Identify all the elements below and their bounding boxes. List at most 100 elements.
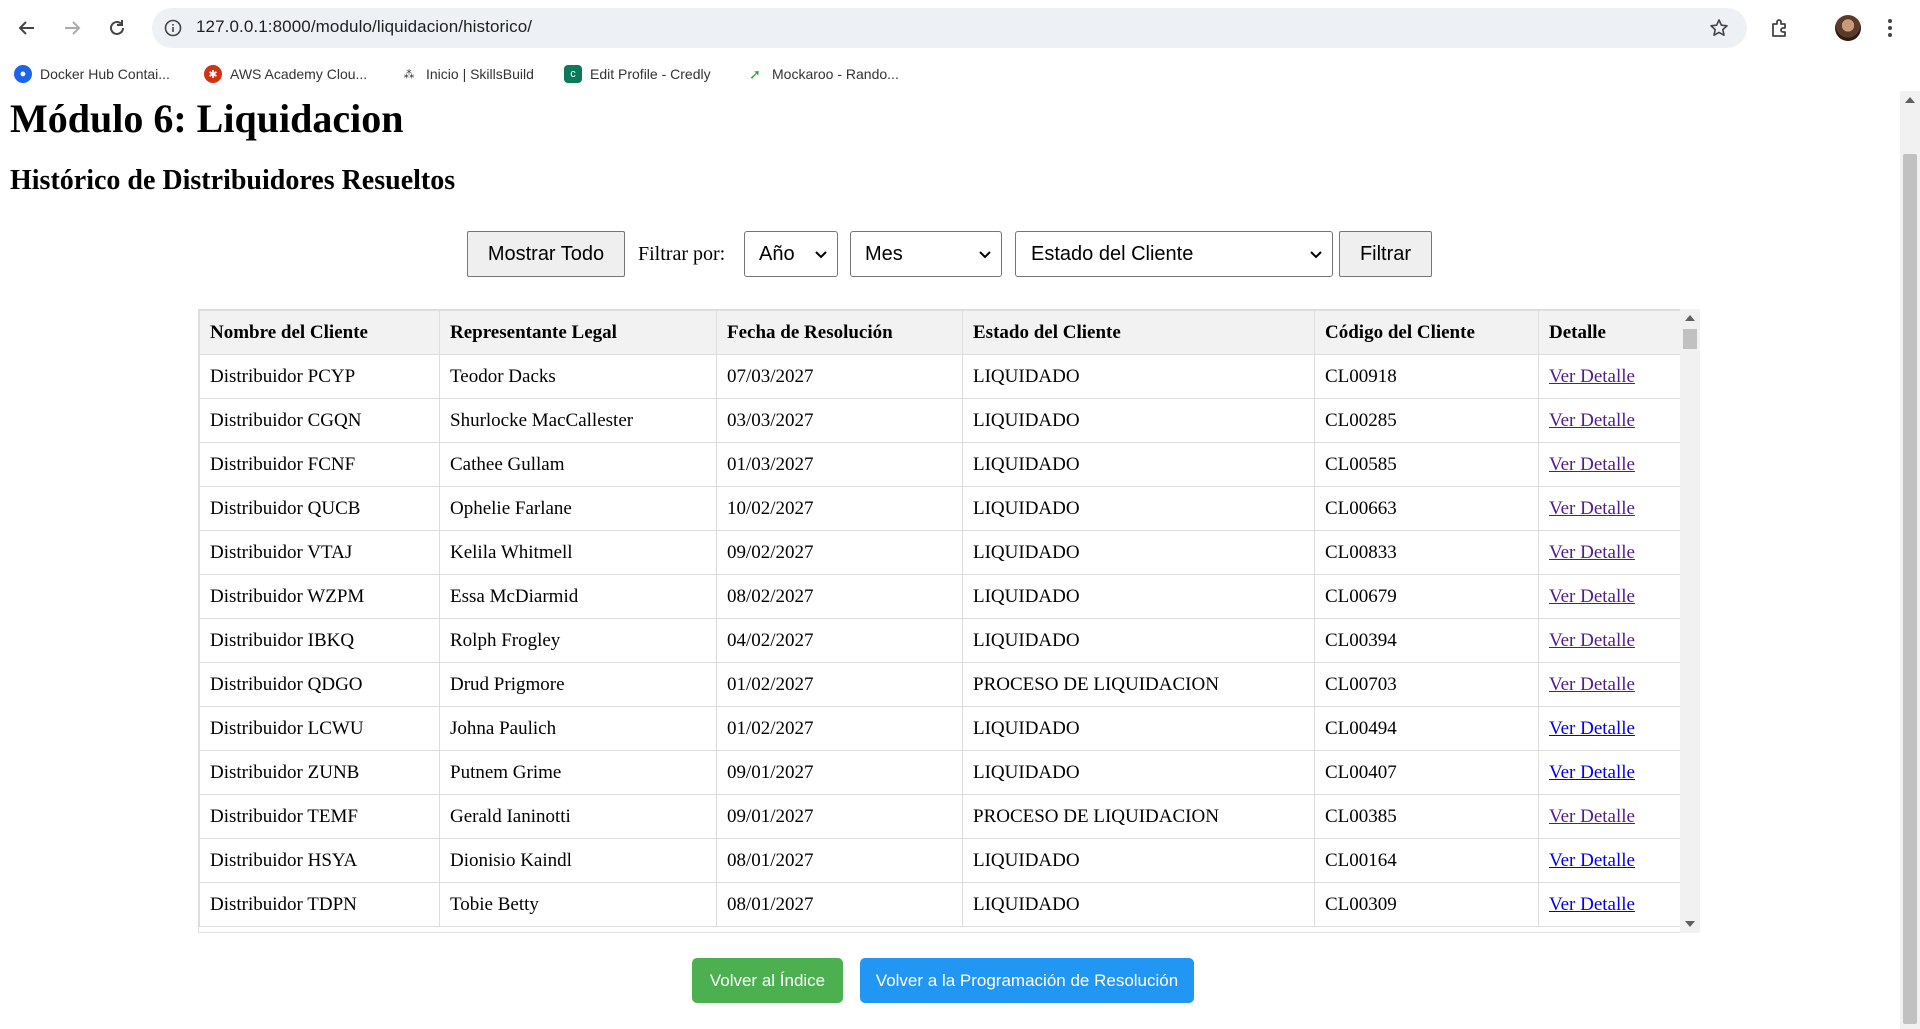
back-icon[interactable] <box>11 12 43 44</box>
reload-icon[interactable] <box>101 12 133 44</box>
scroll-down-arrow-icon[interactable] <box>1685 921 1695 927</box>
page-viewport: Módulo 6: Liquidacion Histórico de Distr… <box>0 91 1900 1029</box>
view-detail-link[interactable]: Ver Detalle <box>1549 894 1635 915</box>
cell-client-code: CL00407 <box>1314 750 1539 795</box>
table-row: Distribuidor TEMF Gerald Ianinotti 09/01/2… <box>199 794 1682 839</box>
cell-client-status: LIQUIDADO <box>962 706 1315 751</box>
view-detail-link[interactable]: Ver Detalle <box>1549 498 1635 519</box>
cell-detail: Ver Detalle <box>1538 486 1682 531</box>
chevron-down-icon <box>979 251 991 259</box>
view-detail-link[interactable]: Ver Detalle <box>1549 762 1635 783</box>
header-client-status: Estado del Cliente <box>962 310 1315 355</box>
month-select[interactable]: Mes <box>850 231 1002 277</box>
cell-legal-rep: Teodor Dacks <box>439 354 717 399</box>
forward-icon[interactable] <box>56 12 88 44</box>
view-detail-link[interactable]: Ver Detalle <box>1549 454 1635 475</box>
table-row: Distribuidor TDPN Tobie Betty 08/01/2027 LI… <box>199 882 1682 927</box>
profile-avatar[interactable] <box>1835 15 1861 41</box>
cell-resolution-date: 09/01/2027 <box>716 750 963 795</box>
view-detail-link[interactable]: Ver Detalle <box>1549 366 1635 387</box>
cell-client-name: Distribuidor TDPN <box>199 882 440 927</box>
table-row: Distribuidor VTAJ Kelila Whitmell 09/02/20… <box>199 530 1682 575</box>
table-row: Distribuidor QDGO Drud Prigmore 01/02/2027… <box>199 662 1682 707</box>
view-detail-link[interactable]: Ver Detalle <box>1549 806 1635 827</box>
table-row: Distribuidor CGQN Shurlocke MacCallester 0… <box>199 398 1682 443</box>
bookmark-docker[interactable]: ● Docker Hub Contai... <box>14 62 170 86</box>
cell-legal-rep: Cathee Gullam <box>439 442 717 487</box>
history-table-container[interactable]: Nombre del Cliente Representante Legal F… <box>198 309 1700 933</box>
view-detail-link[interactable]: Ver Detalle <box>1549 674 1635 695</box>
page-title: Módulo 6: Liquidacion <box>10 96 404 141</box>
cell-resolution-date: 09/02/2027 <box>716 530 963 575</box>
cell-detail: Ver Detalle <box>1538 442 1682 487</box>
view-detail-link[interactable]: Ver Detalle <box>1549 586 1635 607</box>
view-detail-link[interactable]: Ver Detalle <box>1549 850 1635 871</box>
url-text[interactable]: 127.0.0.1:8000/modulo/liquidacion/histor… <box>196 17 532 37</box>
cell-client-name: Distribuidor TEMF <box>199 794 440 839</box>
page-scroll-up-icon[interactable] <box>1905 97 1915 103</box>
cell-client-code: CL00679 <box>1314 574 1539 619</box>
cell-resolution-date: 10/02/2027 <box>716 486 963 531</box>
docker-icon: ● <box>14 65 32 83</box>
filter-button[interactable]: Filtrar <box>1339 231 1432 277</box>
cell-client-code: CL00663 <box>1314 486 1539 531</box>
cell-legal-rep: Putnem Grime <box>439 750 717 795</box>
table-body: Distribuidor PCYP Teodor Dacks 07/03/2027 L… <box>199 354 1682 927</box>
address-bar[interactable]: 127.0.0.1:8000/modulo/liquidacion/histor… <box>152 8 1747 48</box>
cell-resolution-date: 08/02/2027 <box>716 574 963 619</box>
cell-detail: Ver Detalle <box>1538 794 1682 839</box>
table-scrollbar[interactable] <box>1680 309 1700 933</box>
cell-legal-rep: Kelila Whitmell <box>439 530 717 575</box>
site-info-icon[interactable] <box>162 17 184 39</box>
cell-legal-rep: Dionisio Kaindl <box>439 838 717 883</box>
cell-resolution-date: 08/01/2027 <box>716 882 963 927</box>
bookmark-star-icon[interactable] <box>1707 16 1731 40</box>
cell-client-name: Distribuidor WZPM <box>199 574 440 619</box>
status-select-value: Estado del Cliente <box>1031 242 1194 265</box>
show-all-button[interactable]: Mostrar Todo <box>467 231 625 277</box>
cell-legal-rep: Essa McDiarmid <box>439 574 717 619</box>
year-select[interactable]: Año <box>744 231 838 277</box>
filter-by-label: Filtrar por: <box>638 243 726 265</box>
table-row: Distribuidor FCNF Cathee Gullam 01/03/2027… <box>199 442 1682 487</box>
view-detail-link[interactable]: Ver Detalle <box>1549 410 1635 431</box>
cell-client-code: CL00585 <box>1314 442 1539 487</box>
page-scroll-thumb[interactable] <box>1903 154 1917 1024</box>
table-row: Distribuidor LCWU Johna Paulich 01/02/2027… <box>199 706 1682 751</box>
cell-client-name: Distribuidor IBKQ <box>199 618 440 663</box>
cell-client-status: LIQUIDADO <box>962 530 1315 575</box>
cell-detail: Ver Detalle <box>1538 882 1682 927</box>
cell-client-name: Distribuidor QUCB <box>199 486 440 531</box>
chevron-down-icon <box>815 251 827 259</box>
extensions-icon[interactable] <box>1765 13 1795 43</box>
page-scrollbar[interactable] <box>1900 91 1920 1029</box>
bookmark-aws-academy[interactable]: ✱ AWS Academy Clou... <box>204 62 367 86</box>
view-detail-link[interactable]: Ver Detalle <box>1549 542 1635 563</box>
cell-detail: Ver Detalle <box>1538 662 1682 707</box>
month-select-value: Mes <box>865 242 903 265</box>
filter-bar: Mostrar Todo Filtrar por: Año Mes Estado… <box>0 231 1900 277</box>
view-detail-link[interactable]: Ver Detalle <box>1549 630 1635 651</box>
cell-client-status: PROCESO DE LIQUIDACION <box>962 794 1315 839</box>
header-detail: Detalle <box>1538 310 1682 355</box>
bookmark-skillsbuild[interactable]: ⁂ Inicio | SkillsBuild <box>400 62 534 86</box>
more-menu-icon[interactable] <box>1880 13 1900 43</box>
status-select[interactable]: Estado del Cliente <box>1015 231 1333 277</box>
back-to-index-button[interactable]: Volver al Índice <box>692 958 843 1003</box>
table-row: Distribuidor IBKQ Rolph Frogley 04/02/2027… <box>199 618 1682 663</box>
bookmark-mockaroo[interactable]: ➚ Mockaroo - Rando... <box>746 62 899 86</box>
view-detail-link[interactable]: Ver Detalle <box>1549 718 1635 739</box>
scroll-up-arrow-icon[interactable] <box>1685 315 1695 321</box>
cell-detail: Ver Detalle <box>1538 398 1682 443</box>
cell-resolution-date: 09/01/2027 <box>716 794 963 839</box>
bookmark-credly[interactable]: c Edit Profile - Credly <box>564 62 711 86</box>
cell-resolution-date: 01/02/2027 <box>716 706 963 751</box>
cell-client-code: CL00385 <box>1314 794 1539 839</box>
table-scroll-thumb[interactable] <box>1683 329 1697 349</box>
cell-client-code: CL00164 <box>1314 838 1539 883</box>
cell-client-status: LIQUIDADO <box>962 750 1315 795</box>
back-to-schedule-button[interactable]: Volver a la Programación de Resolución <box>860 958 1194 1003</box>
table-row: Distribuidor WZPM Essa McDiarmid 08/02/202… <box>199 574 1682 619</box>
cell-detail: Ver Detalle <box>1538 354 1682 399</box>
cell-client-code: CL00394 <box>1314 618 1539 663</box>
